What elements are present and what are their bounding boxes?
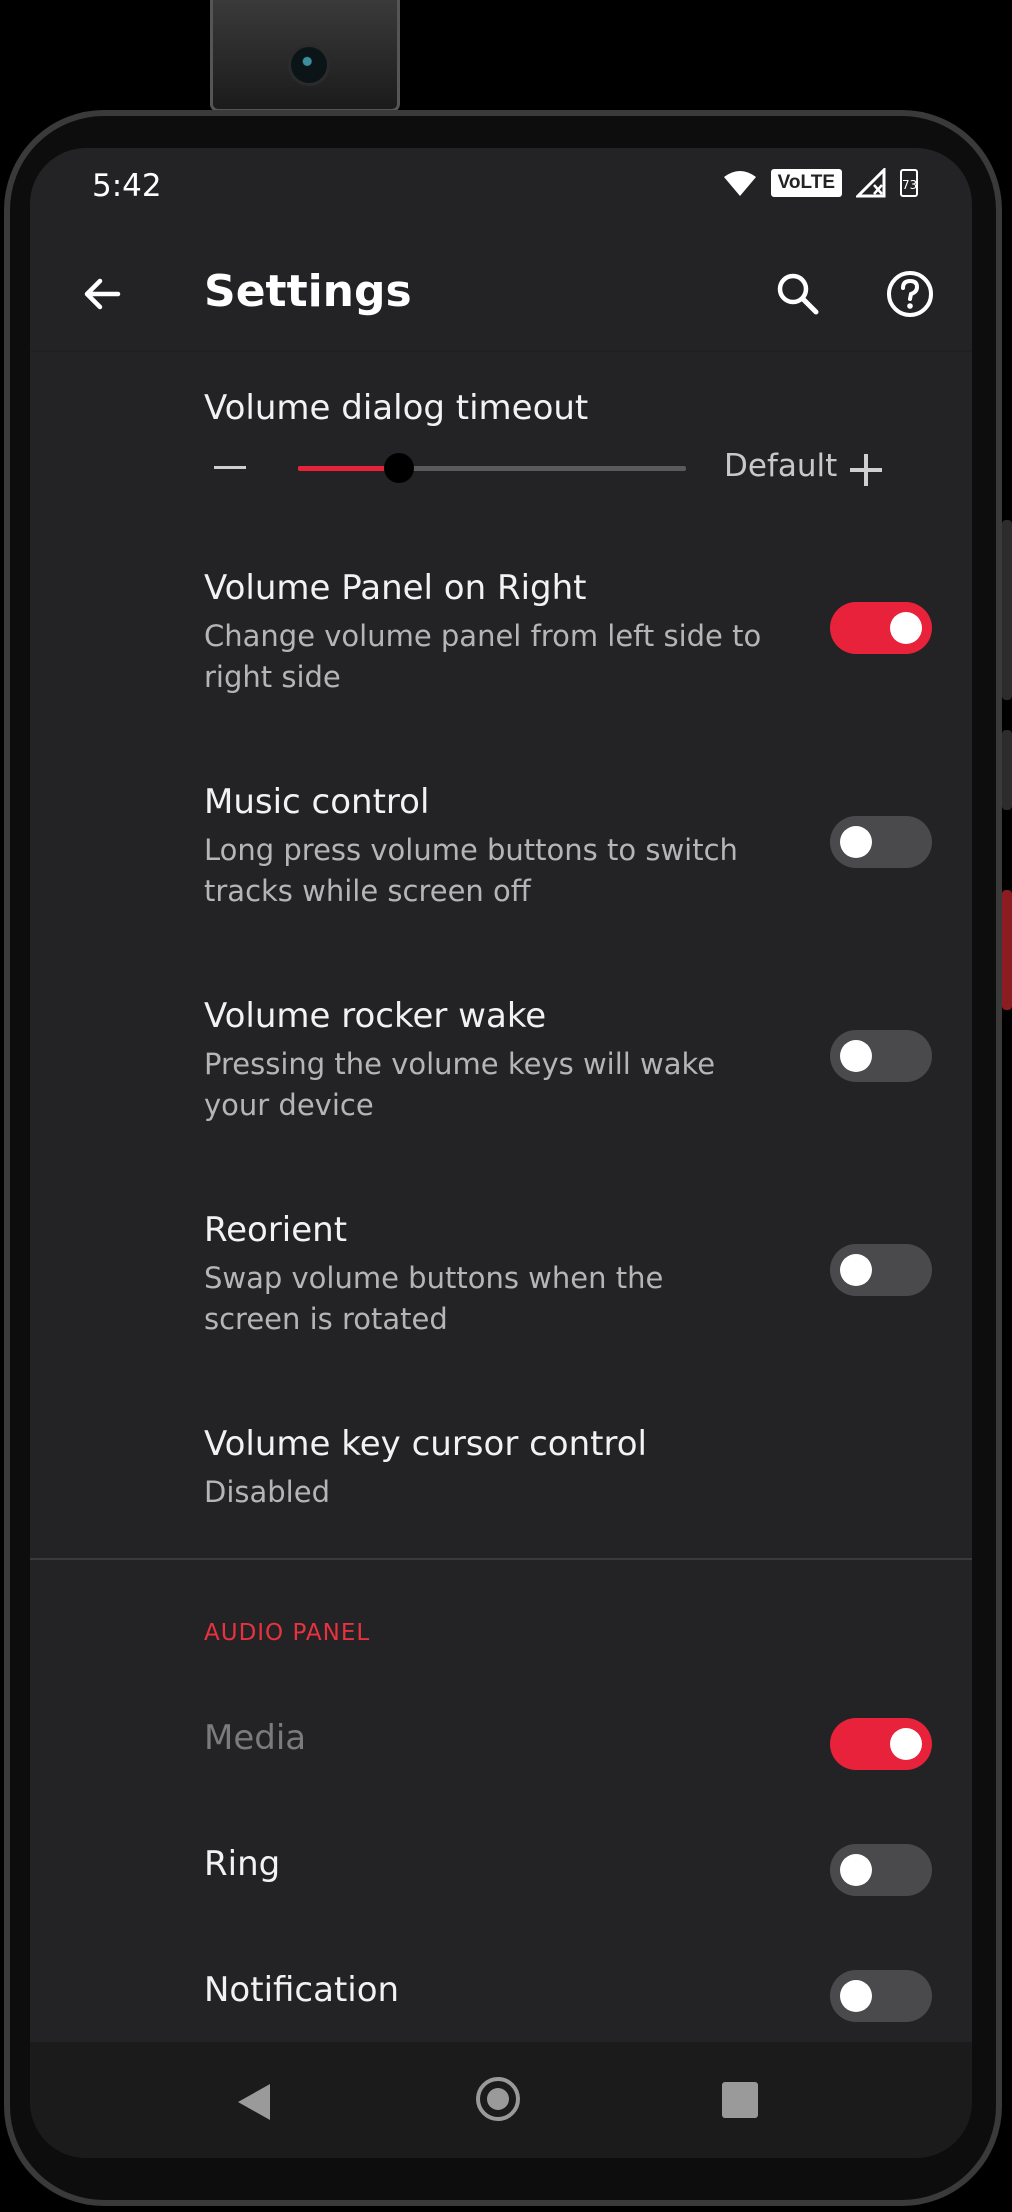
timeout-slider[interactable] bbox=[298, 453, 686, 483]
setting-value: Disabled bbox=[204, 1475, 330, 1509]
section-header-audio-panel: AUDIO PANEL bbox=[204, 1620, 371, 1646]
section-divider bbox=[30, 1558, 972, 1560]
nav-back-icon[interactable] bbox=[236, 2082, 272, 2122]
app-bar: Settings bbox=[30, 236, 972, 356]
minus-icon[interactable] bbox=[214, 466, 246, 469]
setting-reorient[interactable]: Reorient Swap volume buttons when the sc… bbox=[30, 1210, 972, 1370]
screen: 5:42 VoLTE 73 Settings Volume dialog tim… bbox=[30, 148, 972, 2158]
toggle-switch[interactable] bbox=[830, 1244, 932, 1296]
setting-subtitle: Swap volume buttons when the screen is r… bbox=[204, 1261, 664, 1336]
signal-icon bbox=[856, 168, 886, 198]
page-title: Settings bbox=[204, 266, 412, 317]
navigation-bar bbox=[30, 2042, 972, 2158]
nav-home-icon[interactable] bbox=[476, 2077, 520, 2121]
setting-subtitle: Change volume panel from left side to ri… bbox=[204, 619, 762, 694]
setting-title: Music control bbox=[204, 782, 430, 822]
toggle-knob bbox=[840, 1854, 872, 1886]
status-bar: 5:42 VoLTE 73 bbox=[30, 148, 972, 236]
popup-camera bbox=[210, 0, 400, 112]
toggle-knob bbox=[840, 1254, 872, 1286]
status-time: 5:42 bbox=[92, 168, 162, 204]
toggle-switch[interactable] bbox=[830, 1030, 932, 1082]
toggle-knob bbox=[890, 1728, 922, 1760]
toggle-switch[interactable] bbox=[830, 816, 932, 868]
search-icon[interactable] bbox=[770, 266, 826, 322]
nav-recents-icon[interactable] bbox=[722, 2082, 758, 2118]
audio-item-ring[interactable]: Ring bbox=[30, 1832, 972, 1912]
volume-dialog-timeout-title: Volume dialog timeout bbox=[204, 388, 589, 428]
plus-icon[interactable] bbox=[846, 450, 886, 490]
audio-item-label: Media bbox=[204, 1718, 307, 1758]
toggle-knob bbox=[840, 1040, 872, 1072]
power-button bbox=[1002, 890, 1012, 1010]
setting-music-control[interactable]: Music control Long press volume buttons … bbox=[30, 782, 972, 942]
slider-value-label: Default bbox=[724, 448, 838, 484]
battery-level: 73 bbox=[902, 178, 918, 192]
toggle-knob bbox=[840, 826, 872, 858]
volume-dialog-timeout: Volume dialog timeout bbox=[30, 388, 972, 448]
setting-title: Reorient bbox=[204, 1210, 348, 1250]
setting-volume-panel-right[interactable]: Volume Panel on Right Change volume pane… bbox=[30, 568, 972, 728]
setting-volume-key-cursor-control[interactable]: Volume key cursor control Disabled bbox=[30, 1424, 972, 1534]
audio-item-media[interactable]: Media bbox=[30, 1706, 972, 1786]
wifi-icon bbox=[723, 171, 756, 196]
status-icons: VoLTE 73 bbox=[723, 168, 918, 198]
toggle-switch[interactable] bbox=[830, 1844, 932, 1896]
setting-title: Volume rocker wake bbox=[204, 996, 547, 1036]
setting-subtitle: Long press volume buttons to switch trac… bbox=[204, 833, 738, 908]
setting-subtitle: Pressing the volume keys will wake your … bbox=[204, 1047, 716, 1122]
volte-icon: VoLTE bbox=[770, 169, 842, 197]
help-icon[interactable] bbox=[882, 266, 938, 322]
volume-button bbox=[1002, 520, 1012, 700]
audio-item-notification[interactable]: Notification bbox=[30, 1958, 972, 2038]
audio-item-label: Notification bbox=[204, 1970, 400, 2010]
setting-title: Volume Panel on Right bbox=[204, 568, 587, 608]
back-arrow-icon[interactable] bbox=[74, 266, 130, 322]
toggle-knob bbox=[840, 1980, 872, 2012]
toggle-switch[interactable] bbox=[830, 1718, 932, 1770]
slider-thumb[interactable] bbox=[383, 453, 414, 483]
setting-title: Volume key cursor control bbox=[204, 1424, 647, 1464]
toggle-knob bbox=[890, 612, 922, 644]
toggle-switch[interactable] bbox=[830, 1970, 932, 2022]
app-bar-divider bbox=[30, 350, 972, 352]
battery-icon: 73 bbox=[900, 169, 918, 197]
setting-volume-rocker-wake[interactable]: Volume rocker wake Pressing the volume k… bbox=[30, 996, 972, 1156]
side-button bbox=[1002, 730, 1012, 810]
toggle-switch[interactable] bbox=[830, 602, 932, 654]
camera-lens bbox=[288, 44, 330, 86]
audio-item-label: Ring bbox=[204, 1844, 281, 1884]
